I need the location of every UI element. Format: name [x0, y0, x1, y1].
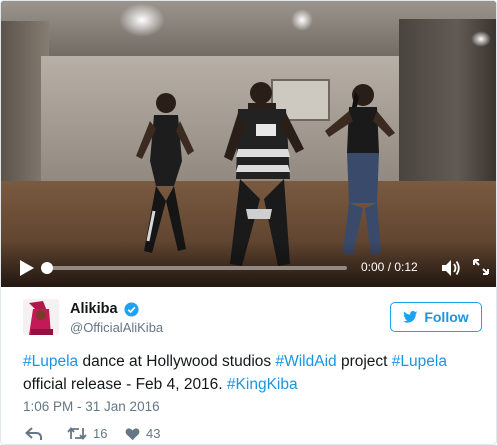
play-icon[interactable]	[19, 259, 35, 277]
twitter-bird-icon	[403, 311, 418, 323]
video-time: 0:00 / 0:12	[361, 260, 418, 274]
tweet-timestamp[interactable]: 1:06 PM - 31 Jan 2016	[23, 399, 160, 414]
tweet-header: Alikiba @OfficialAliKiba Follow	[1, 287, 496, 349]
video-player[interactable]: 0:00 / 0:12	[1, 1, 496, 287]
hashtag-link[interactable]: #Lupela	[23, 353, 78, 370]
heart-icon	[125, 427, 140, 440]
reply-button[interactable]	[25, 426, 43, 441]
volume-icon[interactable]	[441, 259, 461, 277]
reply-icon	[25, 427, 42, 440]
retweet-count: 16	[93, 426, 108, 441]
hashtag-link[interactable]: #KingKiba	[227, 376, 298, 393]
tweet-text-segment: dance at Hollywood studios	[78, 353, 276, 370]
author-handle[interactable]: @OfficialAliKiba	[70, 320, 163, 335]
scrubber-handle[interactable]	[41, 262, 53, 274]
follow-label: Follow	[424, 309, 469, 325]
ceiling-light	[291, 9, 313, 31]
tweet-text-segment: official release - Feb 4, 2016.	[23, 376, 227, 393]
fullscreen-icon[interactable]	[473, 259, 489, 275]
ceiling-light	[119, 3, 165, 37]
like-count: 43	[146, 426, 161, 441]
avatar[interactable]	[23, 299, 59, 335]
follow-button[interactable]: Follow	[390, 302, 482, 332]
avatar-image	[23, 299, 59, 335]
video-scrubber[interactable]	[41, 262, 347, 274]
author-name[interactable]: Alikiba	[70, 301, 118, 317]
hashtag-link[interactable]: #Lupela	[392, 353, 447, 370]
verified-badge-icon	[124, 302, 139, 317]
tweet-text: #Lupela dance at Hollywood studios #Wild…	[23, 350, 483, 396]
video-controls: 0:00 / 0:12	[1, 247, 496, 287]
tweet-text-segment: project	[336, 353, 392, 370]
ceiling-light	[471, 31, 491, 47]
hashtag-link[interactable]: #WildAid	[275, 353, 336, 370]
retweet-button[interactable]: 16	[67, 426, 107, 441]
retweet-icon	[67, 427, 87, 440]
embedded-tweet-card: 0:00 / 0:12 Alikiba @OfficialAliKiba Fol…	[0, 0, 497, 445]
dancer-left	[136, 93, 194, 253]
like-button[interactable]: 43	[125, 426, 160, 441]
